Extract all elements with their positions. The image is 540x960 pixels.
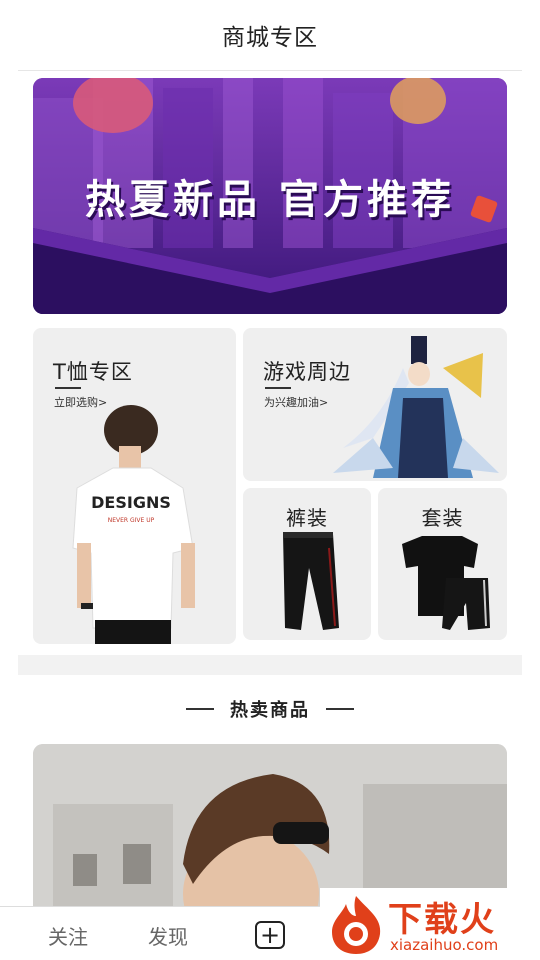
watermark-logo: 下载火 xiazaihuo.com (320, 888, 540, 960)
game-character-image (333, 336, 499, 478)
flame-icon (332, 896, 381, 954)
category-card-games[interactable]: 游戏周边 为兴趣加油> (243, 328, 507, 481)
pants-product-image (283, 532, 339, 630)
nav-follow-tab[interactable]: 关注 (48, 921, 88, 950)
page-header: 商城专区 (0, 0, 540, 70)
hot-section-title: 热卖商品 (230, 700, 310, 721)
section-spacer (18, 655, 522, 675)
banner-headline: 热夏新品 官方推荐 (85, 177, 455, 223)
nav-discover-tab[interactable]: 发现 (148, 921, 188, 950)
watermark-brand: 下载火 (388, 900, 496, 940)
shirt-print-sub: NEVER GIVE UP (108, 517, 155, 524)
shirt-print-text: DESIGNS (91, 493, 171, 512)
category-card-tshirt[interactable]: T恤专区 立即选购> DESIGNS NEVER GIVE UP (33, 328, 236, 644)
add-post-button[interactable]: + (255, 921, 285, 949)
watermark-domain: xiazaihuo.com (390, 936, 499, 954)
promo-banner[interactable]: 热夏新品 官方推荐 (33, 78, 507, 314)
hot-section-header: 热卖商品 (0, 696, 540, 722)
category-card-suit[interactable]: 套装 (378, 488, 507, 640)
header-divider (18, 70, 522, 71)
category-card-pants[interactable]: 裤装 (243, 488, 371, 640)
title-dash-left (186, 708, 214, 710)
page-title: 商城专区 (222, 25, 318, 51)
tshirt-model-image: DESIGNS NEVER GIVE UP (72, 405, 195, 644)
suit-product-image (402, 536, 490, 630)
title-dash-right (326, 708, 354, 710)
